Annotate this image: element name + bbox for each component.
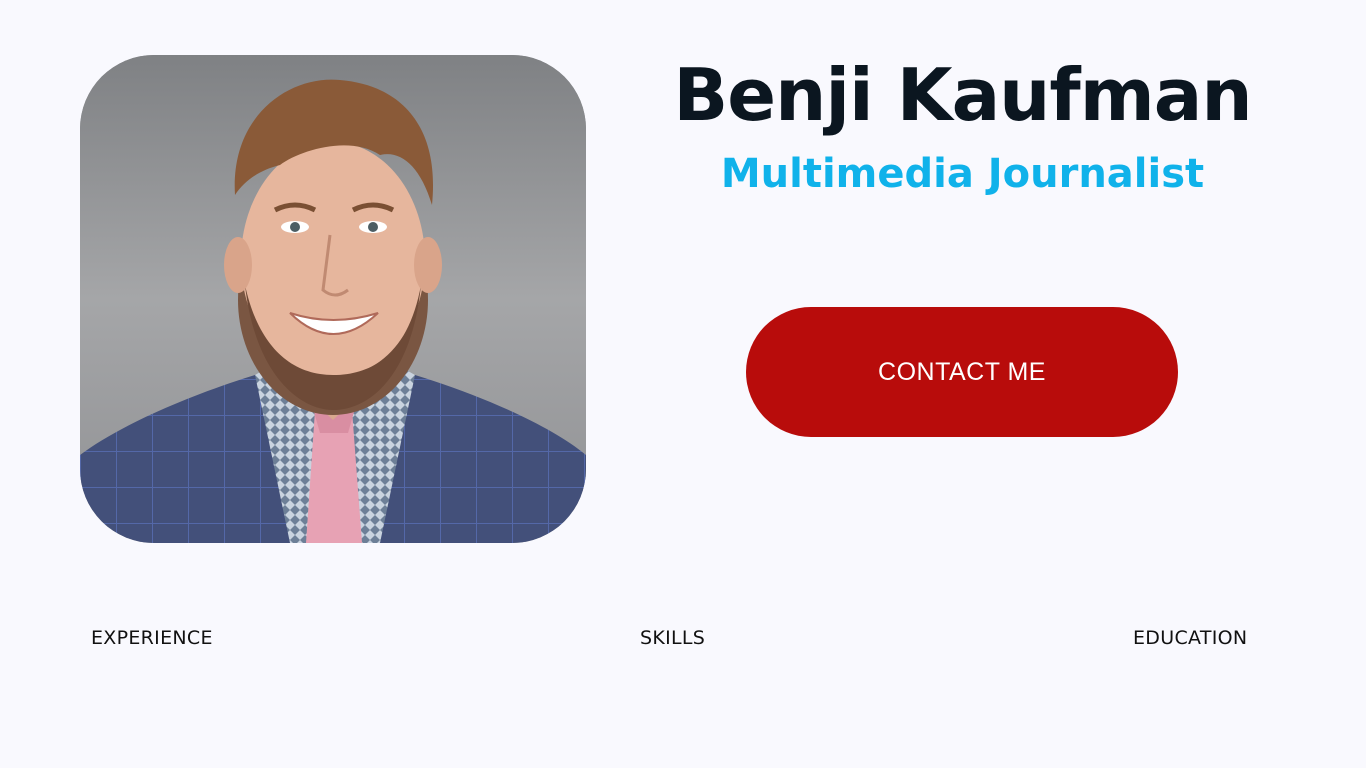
job-title: Multimedia Journalist (720, 151, 1205, 197)
contact-me-button[interactable]: CONTACT ME (746, 307, 1178, 437)
nav-skills-link[interactable]: SKILLS (640, 626, 705, 650)
nav-education-link[interactable]: EDUCATION (1133, 626, 1247, 650)
headshot-illustration (80, 55, 586, 543)
person-name: Benji Kaufman (673, 53, 1252, 137)
profile-photo (80, 55, 586, 543)
landing-page: Benji Kaufman Multimedia Journalist CONT… (0, 0, 1366, 768)
nav-experience-link[interactable]: EXPERIENCE (91, 626, 213, 650)
